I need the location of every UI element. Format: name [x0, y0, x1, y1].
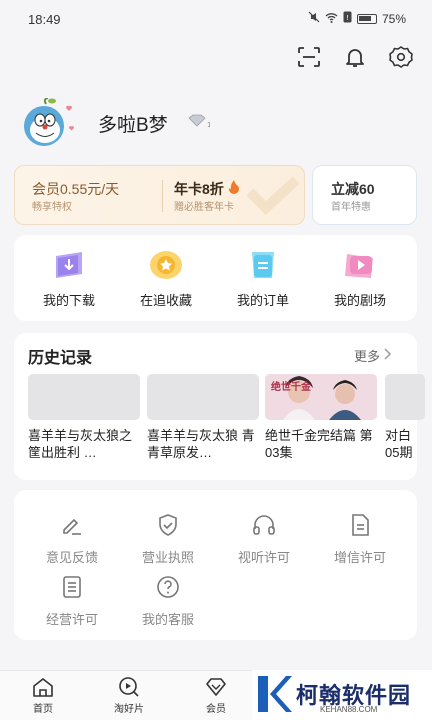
poster-title: 绝世千金 — [271, 380, 312, 393]
nav-label-discover: 淘好片 — [114, 704, 144, 715]
service-operating-license[interactable]: 经营许可 — [24, 574, 120, 628]
history-title: 历史记录 — [28, 350, 93, 367]
quick-item-favorites[interactable]: 在追收藏 — [121, 248, 211, 309]
watermark-sub: KEHAN88.COM — [320, 705, 378, 714]
avatar[interactable] — [16, 97, 78, 148]
history-thumb-2[interactable] — [147, 374, 259, 420]
service-label-feedback: 意见反馈 — [45, 550, 98, 565]
username[interactable]: 多啦B梦 — [98, 110, 168, 137]
history-more-link[interactable]: 更多 — [354, 346, 392, 365]
headphones-icon — [251, 512, 277, 538]
star-icon — [149, 248, 183, 282]
service-label-business-license: 营业执照 — [141, 550, 194, 565]
battery-icon — [356, 13, 377, 24]
bell-icon[interactable] — [340, 42, 370, 72]
pen-icon — [59, 512, 85, 538]
nav-home[interactable]: 首页 — [13, 676, 73, 715]
first-year-discount-subtitle: 首年特惠 — [331, 202, 371, 213]
battery-percent: 75% — [381, 11, 406, 26]
history-title-2[interactable]: 喜羊羊与灰太狼 青青草原发… — [147, 427, 261, 461]
vip-divider — [162, 180, 163, 212]
history-title-1[interactable]: 喜羊羊与灰太狼之筐出胜利 … — [28, 427, 142, 461]
status-icons: ! 75% — [308, 11, 406, 26]
history-thumb-3[interactable]: 绝世千金 — [265, 374, 377, 420]
quick-label-theater: 我的剧场 — [333, 293, 386, 308]
nav-label-vip: 会员 — [206, 704, 226, 715]
svg-text:!: ! — [346, 14, 349, 22]
history-title-4[interactable]: 对白05期 — [385, 427, 417, 461]
home-icon — [31, 676, 55, 698]
history-more-label: 更多 — [354, 349, 381, 364]
list-doc-icon — [59, 574, 85, 600]
order-icon — [246, 248, 280, 282]
quick-item-theater[interactable]: 我的剧场 — [315, 248, 405, 309]
history-thumb-1[interactable] — [28, 374, 140, 420]
level-diamond-icon[interactable]: 1 — [188, 114, 211, 133]
download-icon — [52, 248, 86, 282]
watermark-logo-icon — [254, 672, 292, 720]
vip-watermark-graphic — [246, 172, 302, 225]
history-title-3[interactable]: 绝世千金完结篇 第03集 — [265, 427, 379, 461]
wifi-icon — [325, 12, 338, 26]
service-feedback[interactable]: 意见反馈 — [24, 512, 120, 566]
discover-icon — [117, 676, 141, 698]
history-thumb-4[interactable] — [385, 374, 425, 420]
document-icon — [347, 512, 373, 538]
question-icon — [155, 574, 181, 600]
play-icon — [343, 248, 377, 282]
service-business-license[interactable]: 营业执照 — [120, 512, 216, 566]
vip-annual-discount[interactable]: 年卡8折 — [174, 179, 240, 199]
vip-daily-price[interactable]: 会员0.55元/天 — [32, 179, 119, 199]
nav-vip[interactable]: 会员 — [186, 676, 246, 715]
fire-icon — [228, 180, 240, 197]
service-customer-support[interactable]: 我的客服 — [120, 574, 216, 628]
vip-annual-subtitle: 赠必胜客年卡 — [174, 202, 234, 213]
service-av-license[interactable]: 视听许可 — [216, 512, 312, 566]
mute-icon — [308, 11, 320, 26]
vip-diamond-icon — [204, 676, 228, 698]
level-number: 1 — [207, 121, 210, 128]
drama-poster-image: 绝世千金 — [265, 374, 377, 420]
chevron-right-icon — [382, 348, 392, 363]
vip-annual-label: 年卡8折 — [174, 181, 224, 197]
quick-item-orders[interactable]: 我的订单 — [218, 248, 308, 309]
service-label-telecom-license: 增信许可 — [333, 550, 386, 565]
sim-icon: ! — [343, 11, 352, 26]
service-label-av-license: 视听许可 — [237, 550, 290, 565]
nav-discover[interactable]: 淘好片 — [99, 676, 159, 715]
service-label-operating-license: 经营许可 — [45, 612, 98, 627]
vip-daily-subtitle: 畅享特权 — [32, 202, 72, 213]
quick-label-orders: 我的订单 — [236, 293, 289, 308]
shield-check-icon — [155, 512, 181, 538]
scan-icon[interactable] — [294, 42, 324, 72]
quick-item-download[interactable]: 我的下载 — [24, 248, 114, 309]
gear-icon[interactable] — [386, 42, 416, 72]
quick-label-download: 我的下载 — [42, 293, 95, 308]
quick-label-favorites: 在追收藏 — [139, 293, 192, 308]
nav-label-home: 首页 — [33, 704, 53, 715]
status-time: 18:49 — [28, 12, 61, 27]
service-telecom-license[interactable]: 增信许可 — [312, 512, 408, 566]
first-year-discount-title[interactable]: 立减60 — [331, 179, 375, 199]
service-label-customer-support: 我的客服 — [141, 612, 194, 627]
